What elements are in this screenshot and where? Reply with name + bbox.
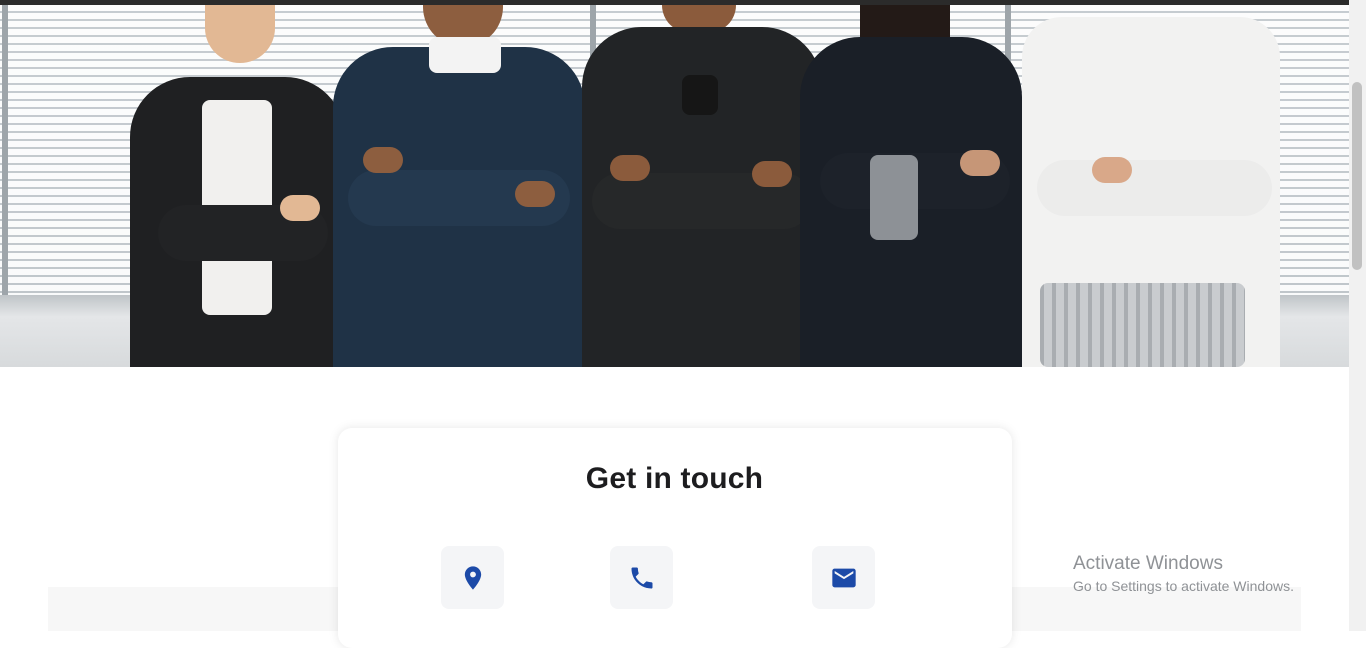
page-scrollbar[interactable] [1349, 0, 1366, 631]
team-member [800, 5, 1022, 367]
team-member [333, 5, 585, 367]
phone-icon[interactable] [610, 546, 673, 609]
activate-windows-subtitle: Go to Settings to activate Windows. [1073, 578, 1294, 594]
contact-title: Get in touch [585, 462, 764, 495]
email-icon[interactable] [812, 546, 875, 609]
team-member [582, 5, 822, 367]
team-member [130, 5, 345, 367]
contact-card [338, 428, 1012, 648]
hero-image [0, 5, 1349, 367]
team-member [1022, 5, 1280, 367]
scrollbar-thumb[interactable] [1352, 82, 1362, 270]
activate-windows-title: Activate Windows [1073, 553, 1223, 574]
location-pin-icon[interactable] [441, 546, 504, 609]
